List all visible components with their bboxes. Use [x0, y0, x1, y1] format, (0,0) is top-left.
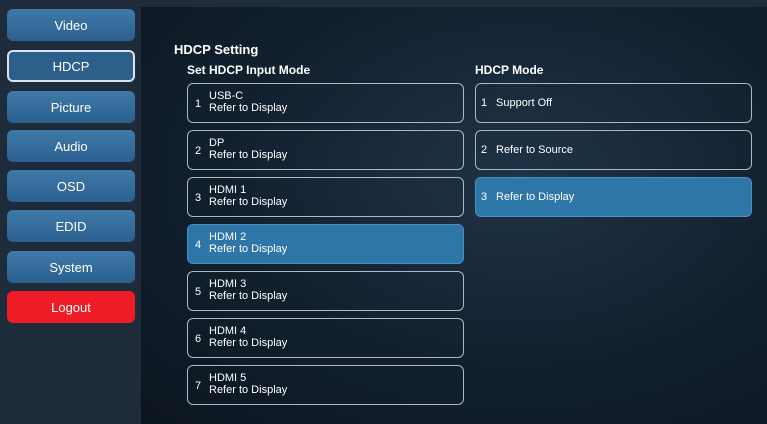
sidebar-item-video[interactable]: Video [7, 9, 135, 41]
input-number: 4 [195, 239, 202, 251]
input-mode-value: Refer to Display [209, 149, 288, 161]
sidebar-item-audio[interactable]: Audio [7, 130, 135, 162]
input-item-hdmi-4[interactable]: 6 HDMI 4 Refer to Display [187, 318, 464, 358]
input-item-hdmi-1[interactable]: 3 HDMI 1 Refer to Display [187, 177, 464, 217]
page-title: HDCP Setting [174, 42, 259, 57]
input-number: 2 [195, 145, 202, 157]
input-number: 7 [195, 380, 202, 392]
mode-number: 1 [481, 97, 488, 109]
sidebar-item-system[interactable]: System [7, 251, 135, 283]
input-number: 3 [195, 192, 202, 204]
input-mode-value: Refer to Display [209, 196, 288, 208]
input-number: 1 [195, 98, 202, 110]
input-item-dp[interactable]: 2 DP Refer to Display [187, 130, 464, 170]
sidebar-item-label: EDID [55, 218, 87, 234]
hdcp-mode-heading: HDCP Mode [475, 63, 544, 77]
input-name: HDMI 1 [209, 184, 247, 196]
input-name: DP [209, 137, 225, 149]
sidebar-item-label: Video [54, 17, 88, 33]
input-name: HDMI 2 [209, 231, 247, 243]
mode-number: 2 [481, 144, 488, 156]
mode-item-refer-to-source[interactable]: 2 Refer to Source [475, 130, 752, 170]
sidebar-item-label: Audio [54, 138, 88, 154]
mode-label: Refer to Source [496, 144, 574, 156]
mode-label: Support Off [496, 97, 553, 109]
input-mode-value: Refer to Display [209, 102, 288, 114]
input-item-hdmi-5[interactable]: 7 HDMI 5 Refer to Display [187, 365, 464, 405]
input-number: 5 [195, 286, 202, 298]
input-mode-value: Refer to Display [209, 337, 288, 349]
mode-label: Refer to Display [496, 191, 575, 203]
mode-item-support-off[interactable]: 1 Support Off [475, 83, 752, 123]
logout-label: Logout [51, 299, 91, 315]
mode-number: 3 [481, 191, 488, 203]
mode-item-refer-to-display[interactable]: 3 Refer to Display [475, 177, 752, 217]
input-item-hdmi-3[interactable]: 5 HDMI 3 Refer to Display [187, 271, 464, 311]
input-number: 6 [195, 333, 202, 345]
sidebar-item-label: Picture [50, 99, 92, 115]
input-mode-value: Refer to Display [209, 243, 288, 255]
sidebar-item-label: OSD [56, 178, 86, 194]
input-name: HDMI 3 [209, 278, 247, 290]
sidebar-item-label: System [49, 259, 93, 275]
input-name: USB-C [209, 90, 244, 102]
input-name: HDMI 4 [209, 325, 247, 337]
app-window: Video HDCP Picture Audio OSD EDID System… [0, 0, 767, 424]
sidebar-item-label: HDCP [52, 58, 90, 74]
input-mode-heading: Set HDCP Input Mode [187, 63, 311, 77]
sidebar-item-hdcp[interactable]: HDCP [7, 50, 135, 82]
input-mode-value: Refer to Display [209, 290, 288, 302]
sidebar-item-edid[interactable]: EDID [7, 210, 135, 242]
sidebar: Video HDCP Picture Audio OSD EDID System… [0, 7, 141, 424]
input-item-hdmi-2[interactable]: 4 HDMI 2 Refer to Display [187, 224, 464, 264]
input-item-usb-c[interactable]: 1 USB-C Refer to Display [187, 83, 464, 123]
input-mode-value: Refer to Display [209, 384, 288, 396]
logout-button[interactable]: Logout [7, 291, 135, 323]
sidebar-item-osd[interactable]: OSD [7, 170, 135, 202]
input-name: HDMI 5 [209, 372, 247, 384]
sidebar-item-picture[interactable]: Picture [7, 91, 135, 123]
